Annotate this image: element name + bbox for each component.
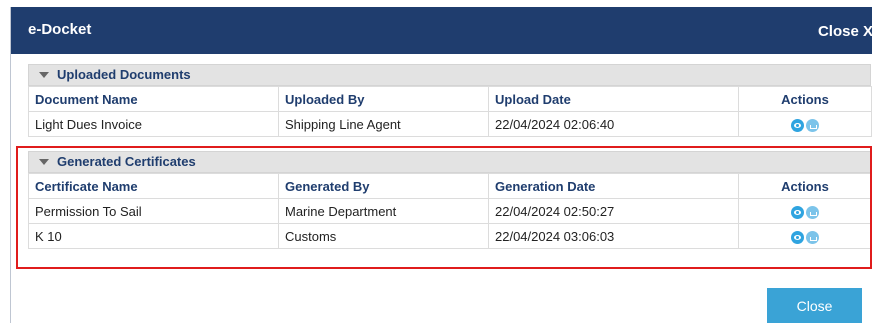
uploaded-documents-section: Uploaded Documents Document Name Uploade… <box>28 64 872 137</box>
document-name-cell: Light Dues Invoice <box>28 111 279 137</box>
column-header: Document Name <box>28 86 279 112</box>
upload-date-cell: 22/04/2024 02:06:40 <box>488 111 739 137</box>
uploaded-documents-toggle[interactable]: Uploaded Documents <box>28 64 871 86</box>
uploaded-by-cell: Shipping Line Agent <box>278 111 489 137</box>
highlight-box <box>16 146 872 269</box>
table-row: Light Dues Invoice Shipping Line Agent 2… <box>28 111 872 137</box>
close-button[interactable]: Close <box>767 288 862 323</box>
table-header-row: Document Name Uploaded By Upload Date Ac… <box>28 86 872 112</box>
column-header: Upload Date <box>488 86 739 112</box>
download-icon[interactable] <box>806 118 819 132</box>
modal-header: e-Docket Close X <box>11 7 872 54</box>
section-title: Uploaded Documents <box>57 67 191 82</box>
column-header: Actions <box>738 86 872 112</box>
eye-icon[interactable] <box>791 118 804 132</box>
modal-title: e-Docket <box>28 21 92 38</box>
actions-cell <box>738 111 872 137</box>
column-header: Uploaded By <box>278 86 489 112</box>
caret-down-icon <box>39 71 49 78</box>
close-x-link[interactable]: Close X <box>818 23 872 40</box>
uploaded-documents-table: Document Name Uploaded By Upload Date Ac… <box>28 86 872 137</box>
